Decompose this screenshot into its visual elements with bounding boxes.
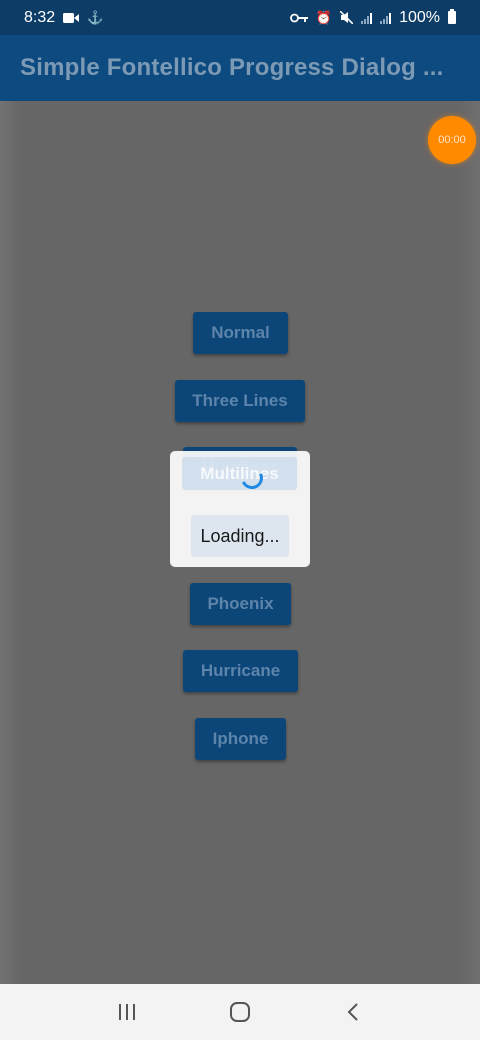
screen-record-timer[interactable]: 00:00 bbox=[428, 116, 476, 164]
signal-icon bbox=[361, 12, 373, 24]
back-icon bbox=[347, 1003, 359, 1021]
timer-label: 00:00 bbox=[438, 134, 466, 146]
phoenix-button[interactable]: Phoenix bbox=[190, 583, 291, 625]
clock: 8:32 bbox=[24, 8, 56, 26]
recent-apps-button[interactable] bbox=[107, 992, 147, 1032]
signal-icon bbox=[380, 12, 392, 24]
navigation-bar bbox=[0, 984, 480, 1040]
hurricane-button[interactable]: Hurricane bbox=[183, 650, 298, 692]
home-button[interactable] bbox=[220, 992, 260, 1032]
progress-dialog: Multilines Loading... bbox=[170, 451, 310, 567]
loading-message: Loading... bbox=[191, 515, 289, 557]
multilines-button-overlay: Multilines bbox=[182, 457, 297, 490]
battery-icon bbox=[448, 9, 456, 24]
back-button[interactable] bbox=[333, 992, 373, 1032]
status-bar: 8:32 ⚓ ⏰ 100% bbox=[0, 0, 480, 35]
normal-button[interactable]: Normal bbox=[193, 312, 288, 354]
anchor-icon: ⚓ bbox=[87, 10, 104, 25]
iphone-button[interactable]: Iphone bbox=[195, 718, 286, 760]
three-lines-button[interactable]: Three Lines bbox=[175, 380, 305, 422]
home-icon bbox=[229, 1002, 250, 1022]
status-bar-left: 8:32 ⚓ bbox=[24, 9, 103, 27]
battery-text: 100% bbox=[399, 8, 440, 26]
status-bar-right: ⏰ 100% bbox=[289, 8, 456, 27]
app-bar: Simple Fontellico Progress Dialog ... bbox=[0, 35, 480, 101]
alarm-icon: ⏰ bbox=[315, 10, 333, 25]
mute-icon bbox=[340, 11, 354, 24]
vpn-key-icon bbox=[289, 13, 308, 22]
page-title: Simple Fontellico Progress Dialog ... bbox=[20, 54, 444, 81]
recent-apps-icon bbox=[118, 1004, 135, 1020]
video-camera-icon bbox=[63, 12, 80, 23]
